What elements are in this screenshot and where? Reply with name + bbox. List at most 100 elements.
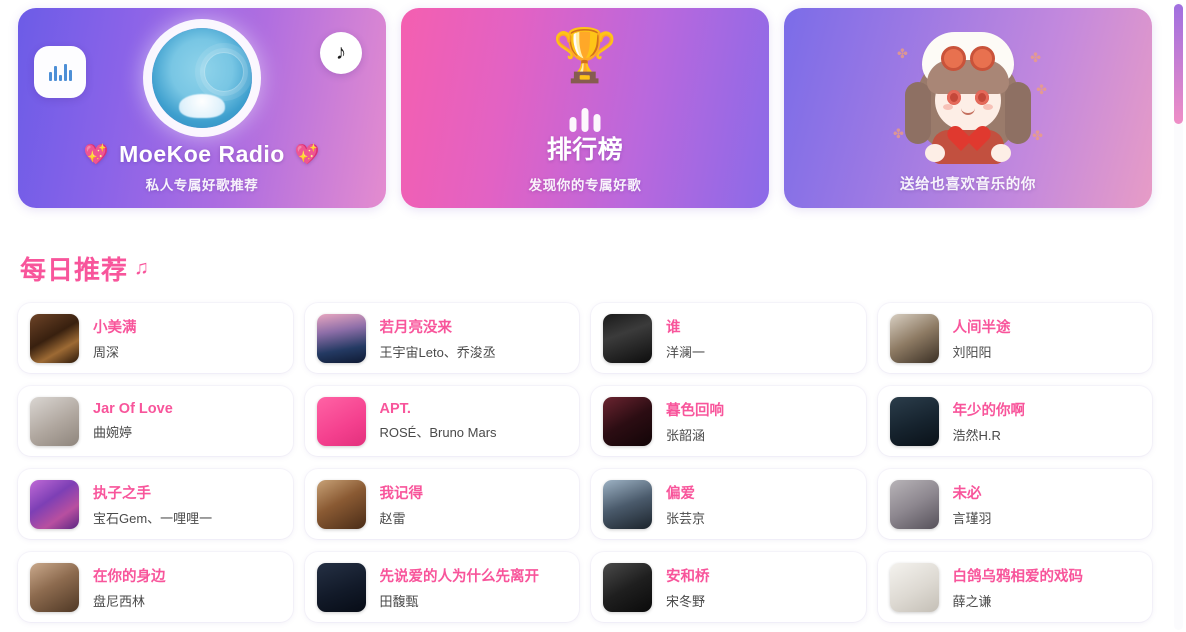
- trophy-icon: 🏆: [552, 27, 618, 85]
- album-cover: [316, 562, 366, 612]
- album-cover: [316, 313, 366, 363]
- album-cover: [889, 313, 939, 363]
- album-cover: [316, 396, 366, 446]
- song-title: 在你的身边: [93, 568, 166, 585]
- song-meta: 人间半途 刘阳阳: [953, 316, 1011, 361]
- song-card[interactable]: 白鸽乌鸦相爱的戏码 薛之谦: [877, 552, 1152, 622]
- album-cover: [603, 396, 652, 446]
- song-title: 小美满: [93, 319, 137, 336]
- song-artist: 洋澜一: [666, 344, 706, 360]
- album-cover: [603, 479, 652, 529]
- song-title: 谁: [666, 319, 681, 336]
- song-meta: 偏爱 张芸京: [666, 482, 705, 527]
- album-cover: [30, 479, 79, 529]
- vinyl-disc-icon: [152, 28, 252, 128]
- hero-radio-title: 💖 MoeKoe Radio 💖: [84, 141, 321, 168]
- daily-recommend-title-text: 每日推荐: [20, 255, 129, 285]
- song-artist: 宝石Gem、一哩哩一: [93, 510, 213, 526]
- hero-radio-subtitle: 私人专属好歌推荐: [145, 178, 259, 193]
- song-card[interactable]: Jar Of Love 曲婉婷: [18, 386, 293, 456]
- chibi-character-icon: ✤ ✤ ✤ ✤ ✤: [893, 24, 1047, 164]
- hero-radio-title-text: MoeKoe Radio: [119, 141, 285, 167]
- song-artist: 张芸京: [666, 510, 706, 526]
- song-artist: 田馥甄: [379, 593, 419, 609]
- song-meta: 安和桥 宋冬野: [666, 565, 710, 610]
- song-title: 偏爱: [666, 485, 695, 502]
- album-cover: [30, 396, 79, 446]
- song-title: 执子之手: [93, 485, 151, 502]
- song-card[interactable]: APT. ROSÉ、Bruno Mars: [304, 386, 579, 456]
- scrollable-content: ♪ 💖 MoeKoe Radio 💖 私人专属好歌推荐 🏆 排行榜 发现你的专属…: [0, 0, 1170, 632]
- hero-card-radio[interactable]: ♪ 💖 MoeKoe Radio 💖 私人专属好歌推荐: [18, 8, 386, 208]
- song-title: 若月亮没来: [379, 319, 453, 336]
- album-cover: [889, 396, 939, 446]
- song-card[interactable]: 在你的身边 盘尼西林: [18, 552, 293, 622]
- daily-recommend-grid: 小美满周深 若月亮没来王宇宙Leto、乔浚丞 谁洋澜一 人间半途刘阳阳 Jar Of L…: [0, 303, 1170, 632]
- album-cover: [603, 562, 652, 612]
- heart-icon-left: 💖: [83, 144, 110, 166]
- song-title: 年少的你啊: [952, 402, 1026, 419]
- hero-ranking-title: 排行榜: [546, 136, 624, 164]
- song-title: APT.: [379, 401, 411, 417]
- hero-card-dedication[interactable]: ✤ ✤ ✤ ✤ ✤ 送给也喜欢音乐的你: [784, 8, 1152, 208]
- hero-ranking-subtitle: 发现你的专属好歌: [528, 178, 642, 193]
- hero-dedication-subtitle: 送给也喜欢音乐的你: [900, 177, 1036, 193]
- song-meta: 我记得 赵雷: [380, 482, 424, 527]
- song-card[interactable]: 谁洋澜一: [591, 303, 866, 373]
- song-meta: 年少的你啊浩然H.R: [953, 399, 1026, 444]
- song-title: 安和桥: [666, 568, 710, 585]
- song-meta: 小美满 周深: [93, 316, 137, 361]
- song-artist: 曲婉婷: [93, 425, 133, 440]
- song-meta: 执子之手宝石Gem、一哩哩一: [93, 482, 212, 527]
- song-artist: 薛之谦: [952, 593, 992, 609]
- daily-recommend-title: 每日推荐 ♫: [20, 250, 1170, 287]
- song-meta: 若月亮没来王宇宙Leto、乔浚丞: [380, 316, 496, 361]
- song-title: 暮色回响: [666, 402, 724, 419]
- album-cover: [30, 562, 79, 612]
- song-card[interactable]: 暮色回响 张韶涵: [591, 386, 866, 456]
- song-artist: 浩然H.R: [952, 427, 1001, 443]
- song-title: 白鸽乌鸦相爱的戏码: [952, 568, 1084, 585]
- song-meta: 先说爱的人为什么先离开 田馥甄: [380, 565, 540, 610]
- album-cover: [316, 479, 366, 529]
- song-card[interactable]: 年少的你啊浩然H.R: [877, 386, 1152, 456]
- song-card[interactable]: 安和桥 宋冬野: [591, 552, 866, 622]
- music-notes-icon: ♫: [134, 257, 151, 279]
- song-card[interactable]: 先说爱的人为什么先离开 田馥甄: [304, 552, 579, 622]
- song-artist: 言瑾羽: [952, 510, 992, 526]
- song-title: 先说爱的人为什么先离开: [379, 568, 540, 585]
- album-cover: [30, 313, 79, 363]
- song-meta: APT. ROSÉ、Bruno Mars: [380, 401, 497, 441]
- app-root: ♪ 💖 MoeKoe Radio 💖 私人专属好歌推荐 🏆 排行榜 发现你的专属…: [0, 0, 1186, 632]
- song-title: 人间半途: [952, 319, 1011, 336]
- song-meta: 谁洋澜一: [666, 316, 705, 361]
- song-artist: 赵雷: [379, 510, 406, 526]
- song-artist: 王宇宙Leto、乔浚丞: [379, 344, 496, 360]
- song-card[interactable]: 执子之手宝石Gem、一哩哩一: [18, 469, 293, 539]
- album-cover: [603, 313, 652, 363]
- song-artist: 盘尼西林: [93, 593, 146, 609]
- song-card[interactable]: 未必 言瑾羽: [877, 469, 1152, 539]
- album-cover: [889, 562, 939, 612]
- equalizer-icon: [34, 46, 86, 98]
- hero-banner-row: ♪ 💖 MoeKoe Radio 💖 私人专属好歌推荐 🏆 排行榜 发现你的专属…: [0, 8, 1170, 208]
- album-cover: [889, 479, 939, 529]
- song-meta: 白鸽乌鸦相爱的戏码 薛之谦: [953, 565, 1084, 610]
- song-card[interactable]: 偏爱 张芸京: [591, 469, 866, 539]
- song-artist: 周深: [93, 344, 120, 360]
- song-artist: ROSÉ、Bruno Mars: [379, 425, 497, 440]
- song-artist: 刘阳阳: [952, 344, 992, 360]
- hero-card-ranking[interactable]: 🏆 排行榜 发现你的专属好歌: [401, 8, 769, 208]
- song-meta: 未必 言瑾羽: [953, 482, 992, 527]
- song-card[interactable]: 人间半途 刘阳阳: [877, 303, 1152, 373]
- song-meta: 在你的身边 盘尼西林: [93, 565, 166, 610]
- ranking-bars-icon: [569, 108, 601, 132]
- song-card[interactable]: 若月亮没来王宇宙Leto、乔浚丞: [304, 303, 579, 373]
- song-meta: Jar Of Love 曲婉婷: [93, 401, 173, 441]
- song-card[interactable]: 我记得 赵雷: [304, 469, 579, 539]
- scrollbar-thumb[interactable]: [1174, 4, 1183, 124]
- song-card[interactable]: 小美满 周深: [18, 303, 293, 373]
- song-title: 未必: [952, 485, 982, 502]
- music-note-icon[interactable]: ♪: [320, 32, 362, 74]
- heart-icon-right: 💖: [294, 144, 321, 166]
